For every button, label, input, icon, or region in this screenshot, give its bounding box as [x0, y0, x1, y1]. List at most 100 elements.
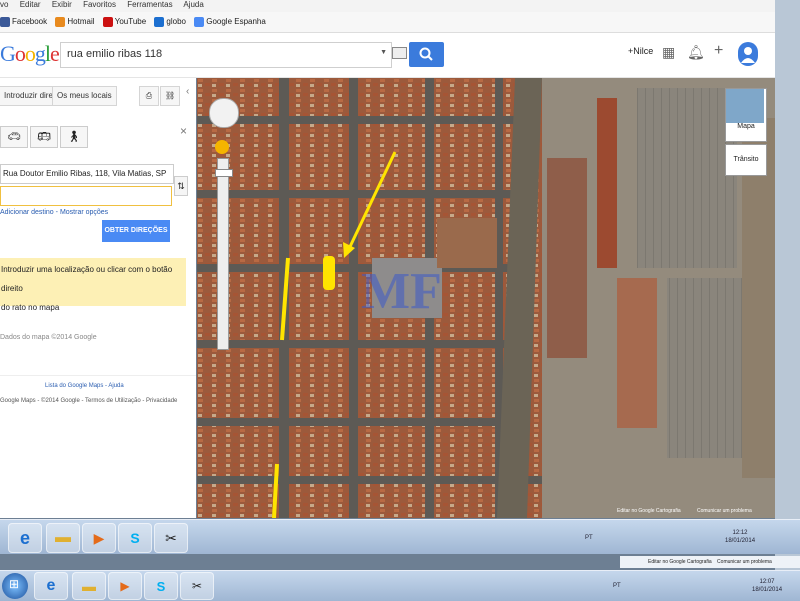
zoom-slider[interactable] — [215, 158, 233, 350]
menu-item-edit[interactable]: Editar — [20, 0, 41, 9]
outer-taskbar: ⊞ e ▬ ▶ S ✂ PT 12:07 18/01/2014 — [0, 570, 800, 601]
ie-icon: e — [19, 527, 30, 548]
pegman-icon[interactable] — [215, 140, 229, 154]
outer-media-button[interactable]: ▶ — [108, 572, 142, 600]
favorite-hotmail[interactable]: Hotmail — [55, 12, 95, 32]
menu-item-favorites[interactable]: Favoritos — [83, 0, 116, 9]
menu-item-tools[interactable]: Ferramentas — [127, 0, 172, 9]
add-destination-link[interactable]: Adicionar destino — [0, 209, 54, 216]
hint-line-1: Introduzir uma localização ou clicar com… — [1, 265, 173, 293]
search-icon — [419, 47, 433, 61]
folder-icon: ▬ — [55, 529, 71, 546]
menu-item-help[interactable]: Ajuda — [183, 0, 203, 9]
annotation-arrowhead — [343, 242, 355, 258]
show-options-link[interactable]: Mostrar opções — [60, 209, 108, 216]
browser-menu-bar: vo Editar Exibir Favoritos Ferramentas A… — [0, 0, 775, 12]
directions-panel: Introduzir direções Os meus locais ⎙ ⛓ ‹… — [0, 78, 196, 518]
media-player-icon: ▶ — [93, 529, 105, 546]
tray-clock-outer[interactable]: 12:07 18/01/2014 — [752, 578, 782, 594]
zoom-handle[interactable] — [215, 169, 233, 177]
hint-box: Introduzir uma localização ou clicar com… — [0, 258, 186, 312]
inner-taskbar: e ▬ ▶ S ✂ PT 12:12 18/01/2014 — [0, 519, 800, 554]
pan-control[interactable] — [209, 98, 239, 128]
taskbar-media-button[interactable]: ▶ — [82, 523, 116, 553]
apps-grid-icon[interactable]: ▦ — [662, 44, 675, 61]
keyboard-icon[interactable] — [392, 47, 407, 59]
favorite-youtube[interactable]: YouTube — [102, 12, 146, 32]
annotation-highlight — [323, 256, 335, 290]
transit-mode-button[interactable]: 🚌︎ — [30, 126, 58, 148]
desktop-background — [775, 0, 800, 600]
transit-icon: 🚌︎ — [37, 131, 51, 143]
ie-icon: e — [46, 577, 56, 594]
outer-ie-button[interactable]: e — [34, 572, 68, 600]
outer-report-link[interactable]: Comunicar um problema — [717, 559, 772, 565]
satellite-map[interactable]: MF Mapa Trânsito Editar no Google Cartog… — [197, 78, 775, 518]
google-logo[interactable]: Google — [0, 41, 60, 67]
share-plus-icon[interactable]: + — [714, 42, 723, 60]
user-name-link[interactable]: +Nilce — [628, 46, 653, 56]
avatar[interactable] — [738, 42, 758, 66]
youtube-icon — [102, 17, 113, 27]
tray-clock-inner[interactable]: 12:12 18/01/2014 — [725, 529, 755, 545]
swap-icon[interactable]: ⇅ — [174, 176, 188, 196]
annotation-street-line-2 — [272, 463, 279, 518]
search-button[interactable] — [409, 42, 444, 67]
close-icon[interactable]: × — [180, 124, 187, 138]
taskbar-tool-button[interactable]: ✂ — [154, 523, 188, 553]
taskbar-ie-button[interactable]: e — [8, 523, 42, 553]
skype-icon: S — [130, 530, 140, 546]
media-player-icon: ▶ — [120, 579, 130, 593]
scissors-icon: ✂ — [165, 529, 177, 546]
origin-field[interactable]: Rua Doutor Emilio Ribas, 118, Vila Matia… — [0, 164, 174, 184]
outer-skype-button[interactable]: S — [144, 572, 178, 600]
destination-field[interactable] — [0, 186, 172, 206]
favorite-globo[interactable]: globo — [154, 12, 186, 32]
hotmail-icon — [55, 17, 66, 27]
map-report-link[interactable]: Comunicar um problema — [697, 508, 752, 514]
search-box[interactable]: ▼ — [60, 42, 392, 68]
favorites-bar: Facebook Hotmail YouTube globo Google Es… — [0, 12, 775, 33]
route-options-links: Adicionar destino - Mostrar opções — [0, 209, 109, 216]
favorite-google-espanha[interactable]: Google Espanha — [194, 12, 266, 32]
get-directions-button[interactable]: OBTER DIREÇÕES — [102, 220, 170, 242]
notifications-bell-icon[interactable]: 🔔︎ — [687, 44, 705, 61]
layer-traffic-button[interactable]: Trânsito — [725, 144, 767, 176]
panel-divider — [0, 375, 196, 376]
map-data-copyright: Dados do mapa ©2014 Google — [0, 334, 97, 341]
facebook-icon — [0, 17, 10, 27]
start-button[interactable]: ⊞ — [2, 573, 28, 599]
dropdown-arrow-icon[interactable]: ▼ — [380, 49, 387, 56]
outer-edit-link[interactable]: Editar no Google Cartografia — [648, 559, 712, 565]
taskbar-skype-button[interactable]: S — [118, 523, 152, 553]
outer-explorer-button[interactable]: ▬ — [72, 572, 106, 600]
menu-item-view[interactable]: Exibir — [52, 0, 72, 9]
walk-mode-button[interactable]: 🚶︎ — [60, 126, 88, 148]
globo-icon — [154, 17, 165, 27]
my-places-button[interactable]: Os meus locais — [52, 86, 117, 106]
link-icon[interactable]: ⛓ — [160, 86, 180, 106]
tray-locale[interactable]: PT — [585, 534, 593, 542]
print-icon[interactable]: ⎙ — [139, 86, 159, 106]
scissors-icon: ✂ — [191, 579, 203, 593]
layer-map-button[interactable]: Mapa — [725, 88, 767, 142]
walk-icon: 🚶︎ — [67, 131, 81, 143]
taskbar-explorer-button[interactable]: ▬ — [46, 523, 80, 553]
outer-tool-button[interactable]: ✂ — [180, 572, 214, 600]
annotation-street-line-1 — [280, 257, 290, 341]
favorite-facebook[interactable]: Facebook — [0, 12, 47, 32]
watermark: MF — [361, 263, 442, 320]
footer-terms[interactable]: Google Maps - ©2014 Google - Termos de U… — [0, 398, 177, 404]
car-mode-button[interactable]: 🚗︎ — [0, 126, 28, 148]
collapse-icon[interactable]: ‹ — [186, 86, 189, 97]
menu-item-file[interactable]: vo — [0, 0, 8, 9]
user-silhouette-icon — [741, 47, 755, 63]
footer-links[interactable]: Lista do Google Maps - Ajuda — [45, 383, 124, 389]
map-edit-link[interactable]: Editar no Google Cartografia — [617, 508, 681, 514]
annotation-arrow — [345, 151, 397, 254]
map-thumbnail — [726, 89, 764, 123]
outer-map-strip: Editar no Google Cartografia Comunicar u… — [620, 556, 800, 568]
outer-tray-locale[interactable]: PT — [613, 582, 621, 590]
search-input[interactable] — [61, 43, 373, 65]
folder-icon: ▬ — [82, 578, 96, 594]
